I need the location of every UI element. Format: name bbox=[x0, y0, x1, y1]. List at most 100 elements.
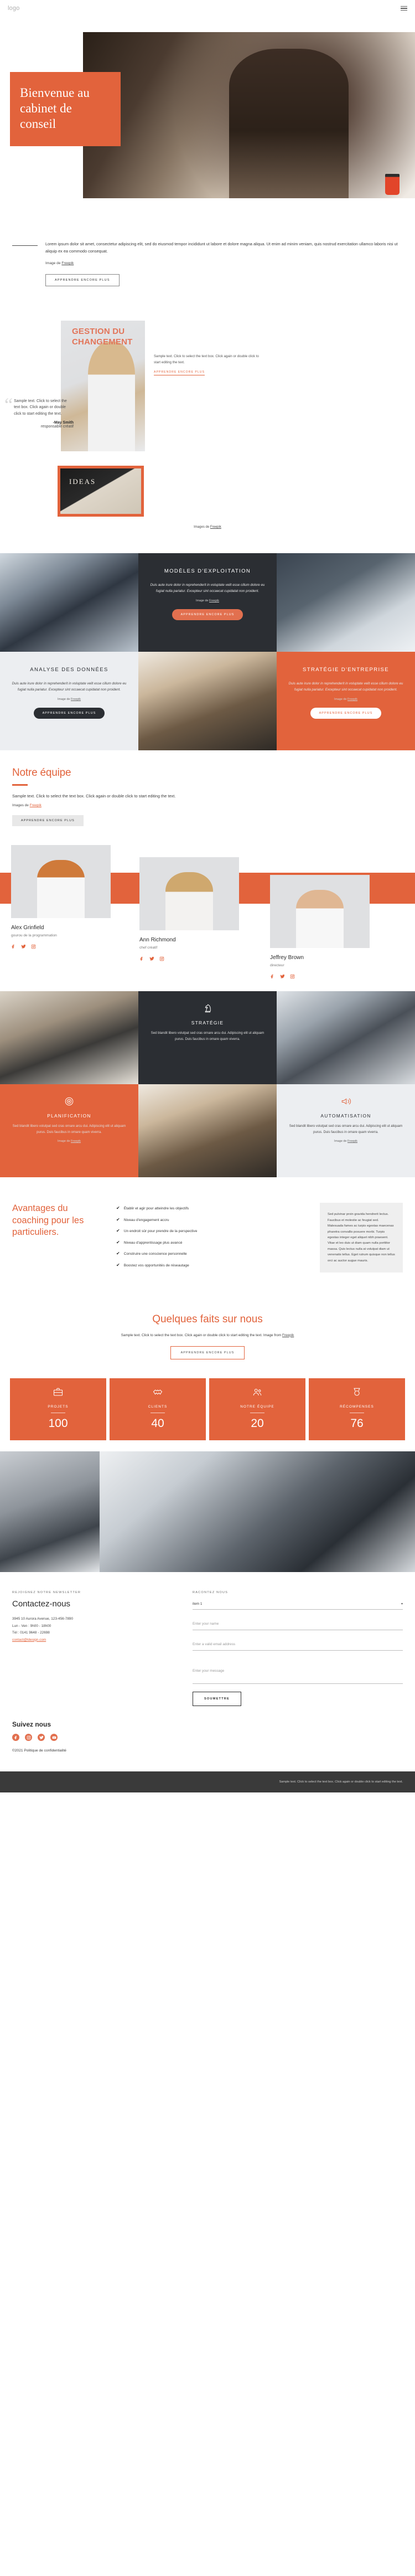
stat-label: CLIENTS bbox=[148, 1405, 168, 1409]
feature-photo-cell bbox=[0, 991, 138, 1085]
submit-button[interactable]: SOUMETTRE bbox=[193, 1692, 241, 1707]
member-role: directeur bbox=[270, 964, 284, 968]
facebook-icon[interactable] bbox=[139, 954, 144, 964]
freepik-link[interactable]: Freepik bbox=[282, 1333, 294, 1337]
feature-card-planning: PLANIFICATION Sed blandit libero volutpa… bbox=[0, 1084, 138, 1178]
member-socials bbox=[139, 954, 239, 964]
check-icon: ✔ bbox=[116, 1228, 120, 1234]
advantages-side-panel: Sed pulvinar proin gravida hendrerit lec… bbox=[320, 1203, 403, 1273]
check-icon: ✔ bbox=[116, 1239, 120, 1245]
freepik-link[interactable]: Freepik bbox=[71, 1140, 81, 1143]
check-icon: ✔ bbox=[116, 1251, 120, 1256]
change-management-section: GESTION DU CHANGEMENT “ Sample text. Cli… bbox=[0, 305, 415, 529]
contact-phone: Tél : 0141 9648 - 22698 bbox=[12, 1631, 50, 1635]
bottom-bar: Sample text. Click to select the text bo… bbox=[0, 1771, 415, 1793]
check-icon: ✔ bbox=[116, 1217, 120, 1222]
service-cta-button[interactable]: APPRENDRE ENCORE PLUS bbox=[33, 707, 105, 719]
member-socials bbox=[270, 972, 370, 982]
list-item: ✔ Niveau d'engagement accru bbox=[116, 1218, 309, 1224]
hero-paragraph: Lorem ipsum dolor sit amet, consectetur … bbox=[45, 241, 398, 254]
service-photo-cell bbox=[138, 651, 277, 750]
team-members: Alex Grinfield gourou de la programmatio… bbox=[0, 841, 415, 979]
member-name: Ann Richmond bbox=[139, 937, 176, 944]
facebook-icon[interactable] bbox=[12, 1734, 19, 1742]
advantage-text: Boostez vos opportunités de réseautage bbox=[123, 1264, 189, 1268]
team-member-card: Jeffrey Brown directeur bbox=[270, 875, 370, 982]
instagram-icon[interactable] bbox=[290, 972, 295, 982]
facebook-icon[interactable] bbox=[11, 942, 16, 952]
hamburger-icon[interactable] bbox=[401, 6, 407, 11]
facebook-icon[interactable] bbox=[270, 972, 275, 982]
instagram-icon[interactable] bbox=[25, 1734, 32, 1742]
service-body: Duis aute irure dolor in reprehenderit i… bbox=[150, 583, 265, 593]
freepik-link[interactable]: Freepik bbox=[209, 599, 219, 602]
instagram-icon[interactable] bbox=[31, 942, 36, 952]
service-credit: Image de Freepik bbox=[286, 698, 406, 701]
megaphone-icon bbox=[341, 1096, 351, 1106]
message-field[interactable] bbox=[193, 1658, 403, 1684]
freepik-link[interactable]: Freepik bbox=[347, 1140, 357, 1143]
service-title: MODÈLES D'EXPLOITATION bbox=[164, 568, 251, 574]
freepik-link[interactable]: Freepik bbox=[210, 525, 221, 529]
change-credit: Images de Freepik bbox=[0, 525, 415, 529]
avatar bbox=[139, 857, 239, 931]
testimonial-text: Sample text. Click to select the text bo… bbox=[14, 399, 67, 416]
follow-section: Suivez nous ©2021 Politique de confident… bbox=[0, 1717, 415, 1771]
team-title: Notre équipe bbox=[12, 766, 71, 779]
team-cta-button[interactable]: APPRENDRE ENCORE PLUS bbox=[12, 815, 84, 827]
freepik-link[interactable]: Freepik bbox=[347, 698, 357, 701]
service-title: ANALYSE DES DONNÉES bbox=[30, 666, 108, 673]
contact-title: Contactez-nous bbox=[12, 1599, 71, 1609]
contact-email-link[interactable]: contact@ldesign.com bbox=[12, 1638, 46, 1642]
freepik-link[interactable]: Freepik bbox=[30, 803, 42, 807]
avatar bbox=[11, 845, 111, 919]
service-credit: Image de Freepik bbox=[9, 698, 129, 701]
feature-body: Sed blandit libero volutpat sed cras orn… bbox=[151, 1032, 264, 1041]
email-field[interactable] bbox=[193, 1639, 403, 1651]
facts-subtitle-block: Sample text. Click to select the text bo… bbox=[33, 1332, 382, 1339]
freepik-link[interactable]: Freepik bbox=[61, 261, 74, 265]
feature-credit-prefix: Image de bbox=[58, 1140, 71, 1143]
feature-credit-prefix: Image de bbox=[334, 1140, 347, 1143]
topic-select-value: item 1 bbox=[193, 1602, 203, 1606]
team-underline bbox=[12, 784, 28, 786]
service-cta-button[interactable]: APPRENDRE ENCORE PLUS bbox=[172, 609, 243, 620]
facts-cta-button[interactable]: APPRENDRE ENCORE PLUS bbox=[170, 1346, 245, 1360]
advantages-list: ✔ Établir et agir pour atteindre les obje… bbox=[116, 1203, 309, 1274]
service-credit-prefix: Image de bbox=[196, 599, 209, 602]
advantages-heading-block: Avantages du coaching pour les particuli… bbox=[12, 1203, 105, 1238]
hero-banner: Bienvenue au cabinet de conseil bbox=[10, 72, 121, 147]
twitter-icon[interactable] bbox=[38, 1734, 45, 1742]
hero-credit: Image de Freepik bbox=[45, 261, 403, 265]
feature-image bbox=[277, 991, 415, 1085]
stat-value: 76 bbox=[350, 1417, 364, 1430]
check-icon: ✔ bbox=[116, 1263, 120, 1268]
contact-section: REJOIGNEZ NOTRE NEWSLETTER Contactez-nou… bbox=[0, 1572, 415, 1717]
freepik-link[interactable]: Freepik bbox=[71, 698, 81, 701]
instagram-icon[interactable] bbox=[159, 954, 164, 964]
contact-details: 3945 10 Aurora Avenue, 123-456-7890 Lun … bbox=[12, 1616, 178, 1644]
youtube-icon[interactable] bbox=[50, 1734, 58, 1742]
topic-select[interactable]: item 1 ▾ bbox=[193, 1599, 403, 1610]
hero-cta-button[interactable]: APPRENDRE ENCORE PLUS bbox=[45, 274, 120, 286]
list-item: ✔ Niveau d'apprentissage plus avancé bbox=[116, 1240, 309, 1246]
twitter-icon[interactable] bbox=[149, 954, 154, 964]
team-member-card: Ann Richmond chef créatif bbox=[139, 857, 239, 964]
coffee-cup-decor bbox=[385, 174, 400, 195]
service-cta-button[interactable]: APPRENDRE ENCORE PLUS bbox=[310, 707, 382, 719]
change-cta-link[interactable]: APPRENDRE ENCORE PLUS bbox=[154, 370, 205, 376]
twitter-icon[interactable] bbox=[21, 942, 26, 952]
newsletter-kicker: REJOIGNEZ NOTRE NEWSLETTER bbox=[12, 1591, 81, 1595]
stat-value: 20 bbox=[251, 1417, 264, 1430]
twitter-icon[interactable] bbox=[280, 972, 285, 982]
advantage-text: Établir et agir pour atteindre les objec… bbox=[123, 1207, 189, 1211]
users-icon bbox=[252, 1389, 262, 1399]
name-field[interactable] bbox=[193, 1619, 403, 1631]
site-logo[interactable]: logo bbox=[8, 5, 20, 12]
landing-page: logo Bienvenue au cabinet de conseil Lor… bbox=[0, 0, 415, 1793]
team-section: Notre équipe Sample text. Click to selec… bbox=[0, 750, 415, 827]
advantage-text: Un endroit sûr pour prendre de la perspe… bbox=[123, 1229, 198, 1234]
list-item: ✔ Construire une conscience personnelle bbox=[116, 1251, 309, 1258]
service-image bbox=[0, 553, 138, 652]
service-card-data-analysis: ANALYSE DES DONNÉES Duis aute irure dolo… bbox=[0, 651, 138, 750]
